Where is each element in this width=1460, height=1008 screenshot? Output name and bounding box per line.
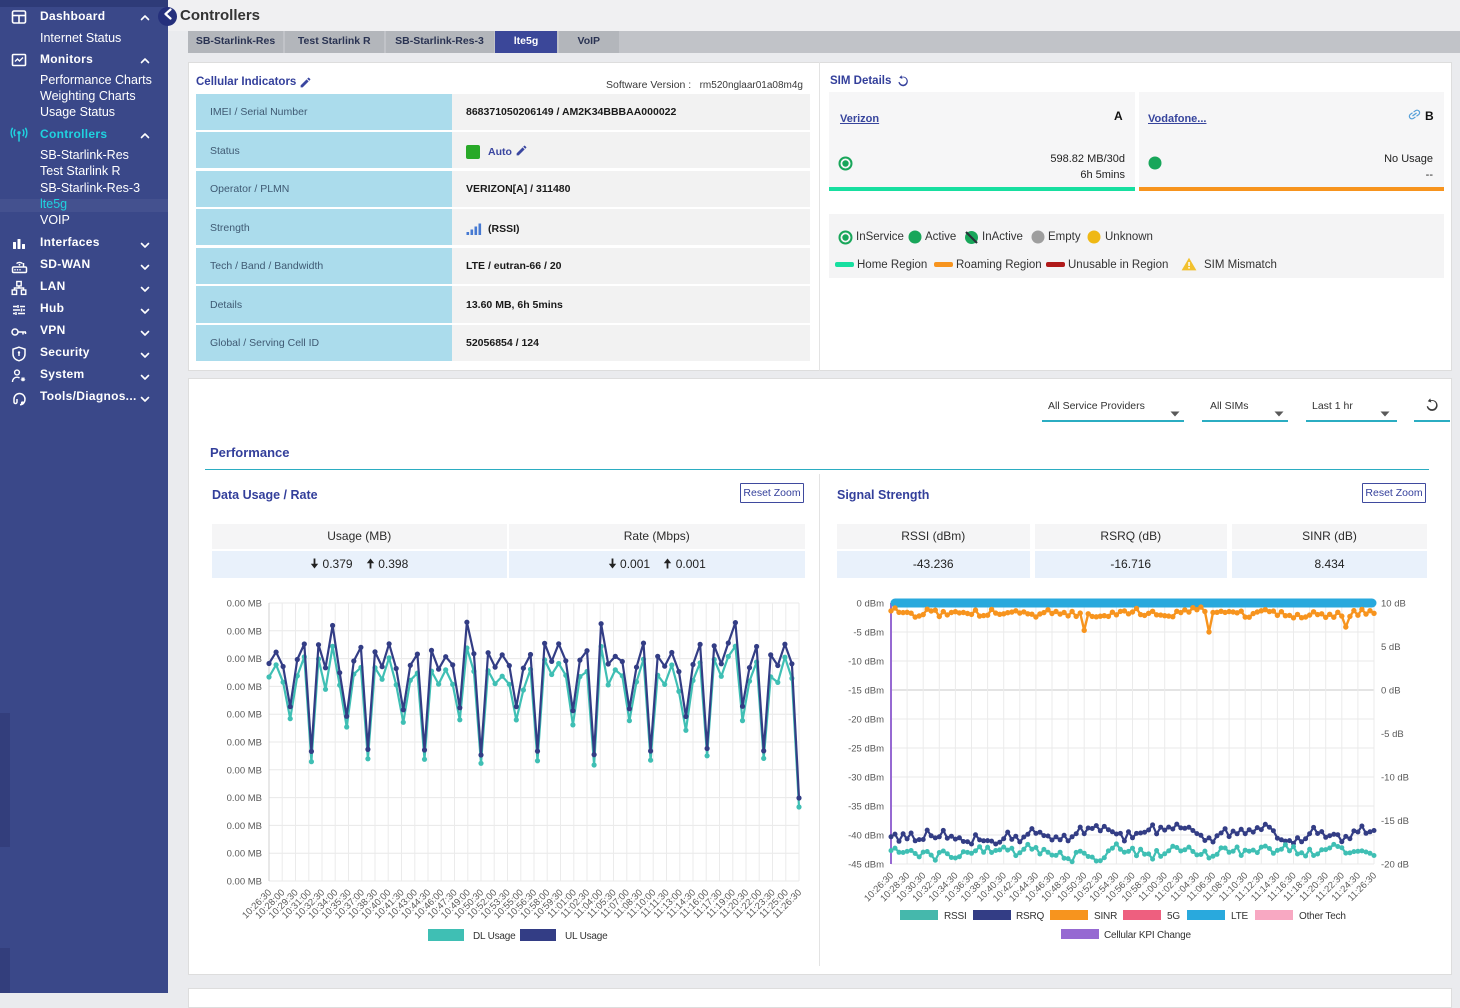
svg-text:5 dB: 5 dB <box>1381 642 1401 653</box>
svg-text:RSSI: RSSI <box>944 911 967 922</box>
svg-text:0.00 MB: 0.00 MB <box>227 626 262 637</box>
svg-text:0.00 MB: 0.00 MB <box>227 654 262 665</box>
svg-text:-20 dB: -20 dB <box>1381 860 1409 871</box>
svg-text:0.00 MB: 0.00 MB <box>227 682 262 693</box>
svg-text:SINR: SINR <box>1094 911 1117 922</box>
svg-text:RSRQ: RSRQ <box>1016 911 1045 922</box>
svg-text:-10 dB: -10 dB <box>1381 773 1409 784</box>
svg-text:0.00 MB: 0.00 MB <box>227 710 262 721</box>
svg-text:0.00 MB: 0.00 MB <box>227 765 262 776</box>
svg-text:-15 dB: -15 dB <box>1381 816 1409 827</box>
svg-text:0 dBm: 0 dBm <box>857 599 885 610</box>
svg-text:-25 dBm: -25 dBm <box>848 744 884 755</box>
svg-text:0.00 MB: 0.00 MB <box>227 599 262 610</box>
svg-text:DL Usage: DL Usage <box>473 931 516 942</box>
svg-text:5G: 5G <box>1167 911 1180 922</box>
svg-text:Cellular KPI Change: Cellular KPI Change <box>1104 930 1191 941</box>
svg-text:0.00 MB: 0.00 MB <box>227 793 262 804</box>
svg-text:-5 dB: -5 dB <box>1381 729 1404 740</box>
svg-text:-20 dBm: -20 dBm <box>848 715 884 726</box>
svg-text:-45 dBm: -45 dBm <box>848 860 884 871</box>
svg-text:0.00 MB: 0.00 MB <box>227 849 262 860</box>
svg-text:-5 dBm: -5 dBm <box>853 628 884 639</box>
svg-text:10 dB: 10 dB <box>1381 599 1406 610</box>
svg-text:LTE: LTE <box>1231 911 1249 922</box>
svg-text:0.00 MB: 0.00 MB <box>227 821 262 832</box>
svg-text:-35 dBm: -35 dBm <box>848 802 884 813</box>
svg-text:-30 dBm: -30 dBm <box>848 773 884 784</box>
svg-text:-15 dBm: -15 dBm <box>848 686 884 697</box>
svg-text:Other Tech: Other Tech <box>1299 911 1346 922</box>
svg-text:UL Usage: UL Usage <box>565 931 608 942</box>
svg-text:0.00 MB: 0.00 MB <box>227 877 262 888</box>
svg-text:0.00 MB: 0.00 MB <box>227 738 262 749</box>
svg-text:-10 dBm: -10 dBm <box>848 657 884 668</box>
svg-text:-40 dBm: -40 dBm <box>848 831 884 842</box>
svg-text:0 dB: 0 dB <box>1381 686 1401 697</box>
